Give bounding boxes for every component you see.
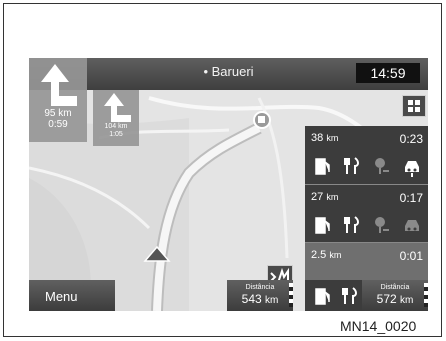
poi-icons	[305, 212, 428, 239]
restaurant-icon[interactable]	[339, 153, 365, 179]
car-service-icon[interactable]	[399, 153, 425, 179]
distance-label: Distância	[380, 284, 410, 291]
navigation-screen: • Barueri 14:59 95 km 0:59 104 km 1:05 3…	[29, 58, 428, 311]
turn-distance: 95 km	[44, 108, 72, 119]
fuel-icon[interactable]	[309, 153, 335, 179]
figure-caption: MN14_0020	[340, 318, 417, 334]
poi-time: 0:01	[399, 249, 423, 263]
distance-label: Distância	[245, 284, 275, 291]
grid-icon	[408, 100, 420, 112]
poi-distance: 38 km	[311, 132, 339, 144]
restaurant-icon[interactable]	[339, 212, 365, 238]
poi-icons	[305, 153, 428, 180]
parking-icon[interactable]	[369, 153, 395, 179]
poi-distance: 2.5 km	[311, 249, 342, 261]
poi-row[interactable]: 27 km 0:17	[305, 184, 428, 242]
distance-value: 572 km	[376, 292, 414, 306]
view-mode-button[interactable]	[402, 95, 426, 117]
menu-button[interactable]: Menu	[29, 280, 115, 311]
following-turn-indicator[interactable]: 104 km 1:05	[93, 90, 139, 146]
poi-row[interactable]: 38 km 0:23	[305, 126, 428, 184]
menu-button-label: Menu	[45, 289, 78, 304]
poi-icons-bottom	[305, 280, 362, 311]
following-turn-time: 1:05	[109, 131, 123, 138]
clock: 14:59	[356, 63, 420, 83]
distance-remaining-right[interactable]: Distância 572 km	[362, 280, 428, 311]
poi-time: 0:23	[399, 132, 423, 146]
distance-remaining-left[interactable]: Distância 543 km	[227, 280, 293, 311]
turn-left-arrow-icon	[41, 64, 77, 106]
parking-icon[interactable]	[369, 212, 395, 238]
finish-flag-icon	[424, 283, 428, 307]
poi-time: 0:17	[399, 191, 423, 205]
city-name: Barueri	[211, 64, 254, 79]
restaurant-icon[interactable]	[337, 283, 363, 309]
next-turn-indicator[interactable]: 95 km 0:59	[29, 58, 87, 142]
finish-flag-icon	[289, 283, 293, 307]
car-service-icon[interactable]	[399, 212, 425, 238]
top-bar: • Barueri 14:59	[29, 58, 428, 90]
turn-time: 0:59	[48, 119, 68, 130]
figure-frame: • Barueri 14:59 95 km 0:59 104 km 1:05 3…	[3, 3, 442, 337]
turn-left-arrow-small-icon	[104, 93, 131, 122]
following-turn-distance: 104 km	[104, 123, 128, 130]
distance-value: 543 km	[241, 292, 279, 306]
map-poi-pin-icon[interactable]	[253, 111, 271, 129]
fuel-icon[interactable]	[309, 283, 335, 309]
fuel-icon[interactable]	[309, 212, 335, 238]
poi-distance: 27 km	[311, 191, 339, 203]
